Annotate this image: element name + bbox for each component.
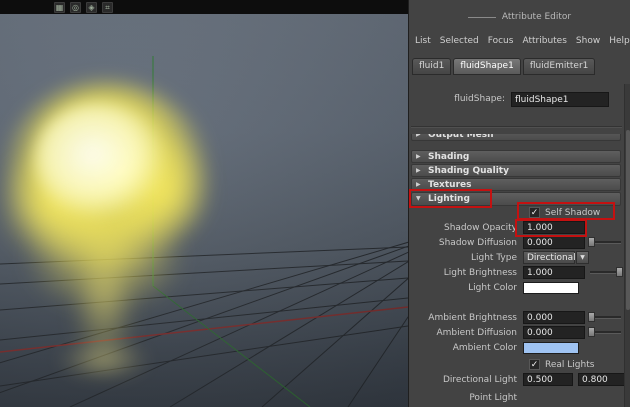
real-lights-checkbox[interactable]: ✓ — [529, 359, 540, 370]
section-label: Shading Quality — [428, 166, 509, 176]
section-shading[interactable]: ▶ Shading — [411, 150, 621, 163]
point-light-label: Point Light — [469, 393, 517, 403]
vertical-scrollbar[interactable] — [624, 84, 630, 407]
chevron-right-icon: ▶ — [416, 181, 421, 188]
ambient-brightness-field[interactable]: 0.000 — [523, 311, 585, 324]
ambient-color-label: Ambient Color — [452, 343, 517, 353]
tab-fluid1[interactable]: fluid1 — [412, 58, 452, 75]
light-color-label: Light Color — [468, 283, 517, 293]
view-snap-icon[interactable]: ⌗ — [102, 1, 113, 13]
menu-attributes[interactable]: Attributes — [522, 36, 566, 46]
light-brightness-label: Light Brightness — [443, 268, 517, 278]
shadow-diffusion-slider[interactable] — [588, 237, 621, 247]
ambient-diffusion-slider[interactable] — [588, 327, 621, 337]
tab-fluidemitter1[interactable]: fluidEmitter1 — [522, 58, 596, 75]
chevron-down-icon: ▼ — [416, 195, 421, 202]
light-type-row: Light Type Directional ▼ — [411, 251, 623, 265]
separator — [411, 126, 622, 128]
light-color-row: Light Color — [411, 281, 623, 295]
section-shading-quality[interactable]: ▶ Shading Quality — [411, 164, 621, 177]
section-label: Shading — [428, 152, 470, 162]
chevron-right-icon: ▶ — [416, 167, 421, 174]
light-type-dropdown[interactable]: Directional — [523, 251, 576, 264]
menu-help[interactable]: Help — [609, 36, 630, 46]
ambient-brightness-row: Ambient Brightness 0.000 — [411, 311, 623, 325]
light-color-swatch[interactable] — [523, 282, 579, 294]
curve-snap-icon[interactable]: ◎ — [70, 1, 81, 13]
self-shadow-label: Self Shadow — [545, 208, 601, 218]
slider-handle[interactable] — [588, 327, 595, 337]
viewport-3d[interactable] — [0, 14, 408, 407]
ambient-color-row: Ambient Color — [411, 341, 623, 355]
scrollbar-thumb[interactable] — [626, 130, 630, 310]
self-shadow-row: ✓ Self Shadow — [411, 206, 623, 220]
menubar: List Selected Focus Attributes Show Help — [415, 36, 630, 46]
slider-handle[interactable] — [616, 267, 623, 277]
cloud-ground-glow — [56, 339, 151, 381]
light-brightness-slider[interactable] — [590, 267, 623, 277]
section-label: Output Mesh — [428, 134, 494, 140]
ambient-diffusion-row: Ambient Diffusion 0.000 — [411, 326, 623, 340]
shadow-diffusion-row: Shadow Diffusion 0.000 — [411, 236, 623, 250]
panel-title: Attribute Editor — [501, 12, 572, 22]
self-shadow-checkbox[interactable]: ✓ — [529, 207, 540, 218]
menu-focus[interactable]: Focus — [488, 36, 514, 46]
light-brightness-field[interactable]: 1.000 — [523, 266, 585, 279]
ambient-brightness-label: Ambient Brightness — [428, 313, 517, 323]
node-name-field[interactable]: fluidShape1 — [511, 92, 609, 107]
directional-light-x-field[interactable]: 0.500 — [523, 373, 573, 386]
point-light-row: Point Light — [411, 391, 623, 405]
menu-selected[interactable]: Selected — [440, 36, 479, 46]
attribute-editor-panel: Attribute Editor List Selected Focus Att… — [408, 0, 630, 407]
chevron-down-icon[interactable]: ▼ — [576, 251, 589, 264]
shadow-opacity-field[interactable]: 1.000 — [523, 221, 585, 234]
directional-light-row: Directional Light 0.500 0.800 — [411, 373, 628, 387]
section-output-mesh-clipped[interactable]: ▶ Output Mesh — [411, 134, 621, 142]
section-label: Textures — [428, 180, 472, 190]
fluid-explosion-cloud — [0, 14, 408, 407]
shadow-opacity-label: Shadow Opacity — [444, 223, 517, 233]
menu-list[interactable]: List — [415, 36, 431, 46]
tab-fluidshape1[interactable]: fluidShape1 — [453, 58, 521, 75]
light-type-label: Light Type — [471, 253, 517, 263]
chevron-right-icon: ▶ — [416, 134, 421, 138]
directional-light-y-field[interactable]: 0.800 — [578, 373, 628, 386]
section-lighting[interactable]: ▼ Lighting — [411, 192, 621, 206]
ambient-brightness-slider[interactable] — [588, 312, 621, 322]
shadow-diffusion-label: Shadow Diffusion — [438, 238, 517, 248]
directional-light-label: Directional Light — [443, 375, 517, 385]
real-lights-row: ✓ Real Lights — [411, 358, 623, 372]
section-label: Lighting — [428, 194, 470, 204]
panel-header[interactable]: Attribute Editor — [409, 12, 630, 22]
ambient-color-swatch[interactable] — [523, 342, 579, 354]
node-name-row: fluidShape: fluidShape1 — [409, 92, 630, 107]
node-type-label: fluidShape: — [454, 94, 505, 104]
shadow-opacity-row: Shadow Opacity 1.000 — [411, 221, 623, 235]
slider-handle[interactable] — [588, 237, 595, 247]
panel-drag-handle — [467, 16, 496, 18]
grid-snap-icon[interactable]: ▦ — [54, 1, 65, 13]
chevron-right-icon: ▶ — [416, 153, 421, 160]
shadow-diffusion-field[interactable]: 0.000 — [523, 236, 585, 249]
ambient-diffusion-label: Ambient Diffusion — [436, 328, 517, 338]
status-line: ▦ ◎ ◈ ⌗ — [0, 0, 408, 14]
menu-show[interactable]: Show — [576, 36, 600, 46]
maya-window: ▦ ◎ ◈ ⌗ Attribute Editor List Selected F… — [0, 0, 630, 407]
slider-handle[interactable] — [588, 312, 595, 322]
tab-bar: fluid1 fluidShape1 fluidEmitter1 — [412, 58, 596, 75]
real-lights-label: Real Lights — [545, 360, 595, 370]
section-textures[interactable]: ▶ Textures — [411, 178, 621, 191]
cloud-bright-core — [34, 102, 164, 217]
point-snap-icon[interactable]: ◈ — [86, 1, 97, 13]
ambient-diffusion-field[interactable]: 0.000 — [523, 326, 585, 339]
light-brightness-row: Light Brightness 1.000 — [411, 266, 623, 280]
